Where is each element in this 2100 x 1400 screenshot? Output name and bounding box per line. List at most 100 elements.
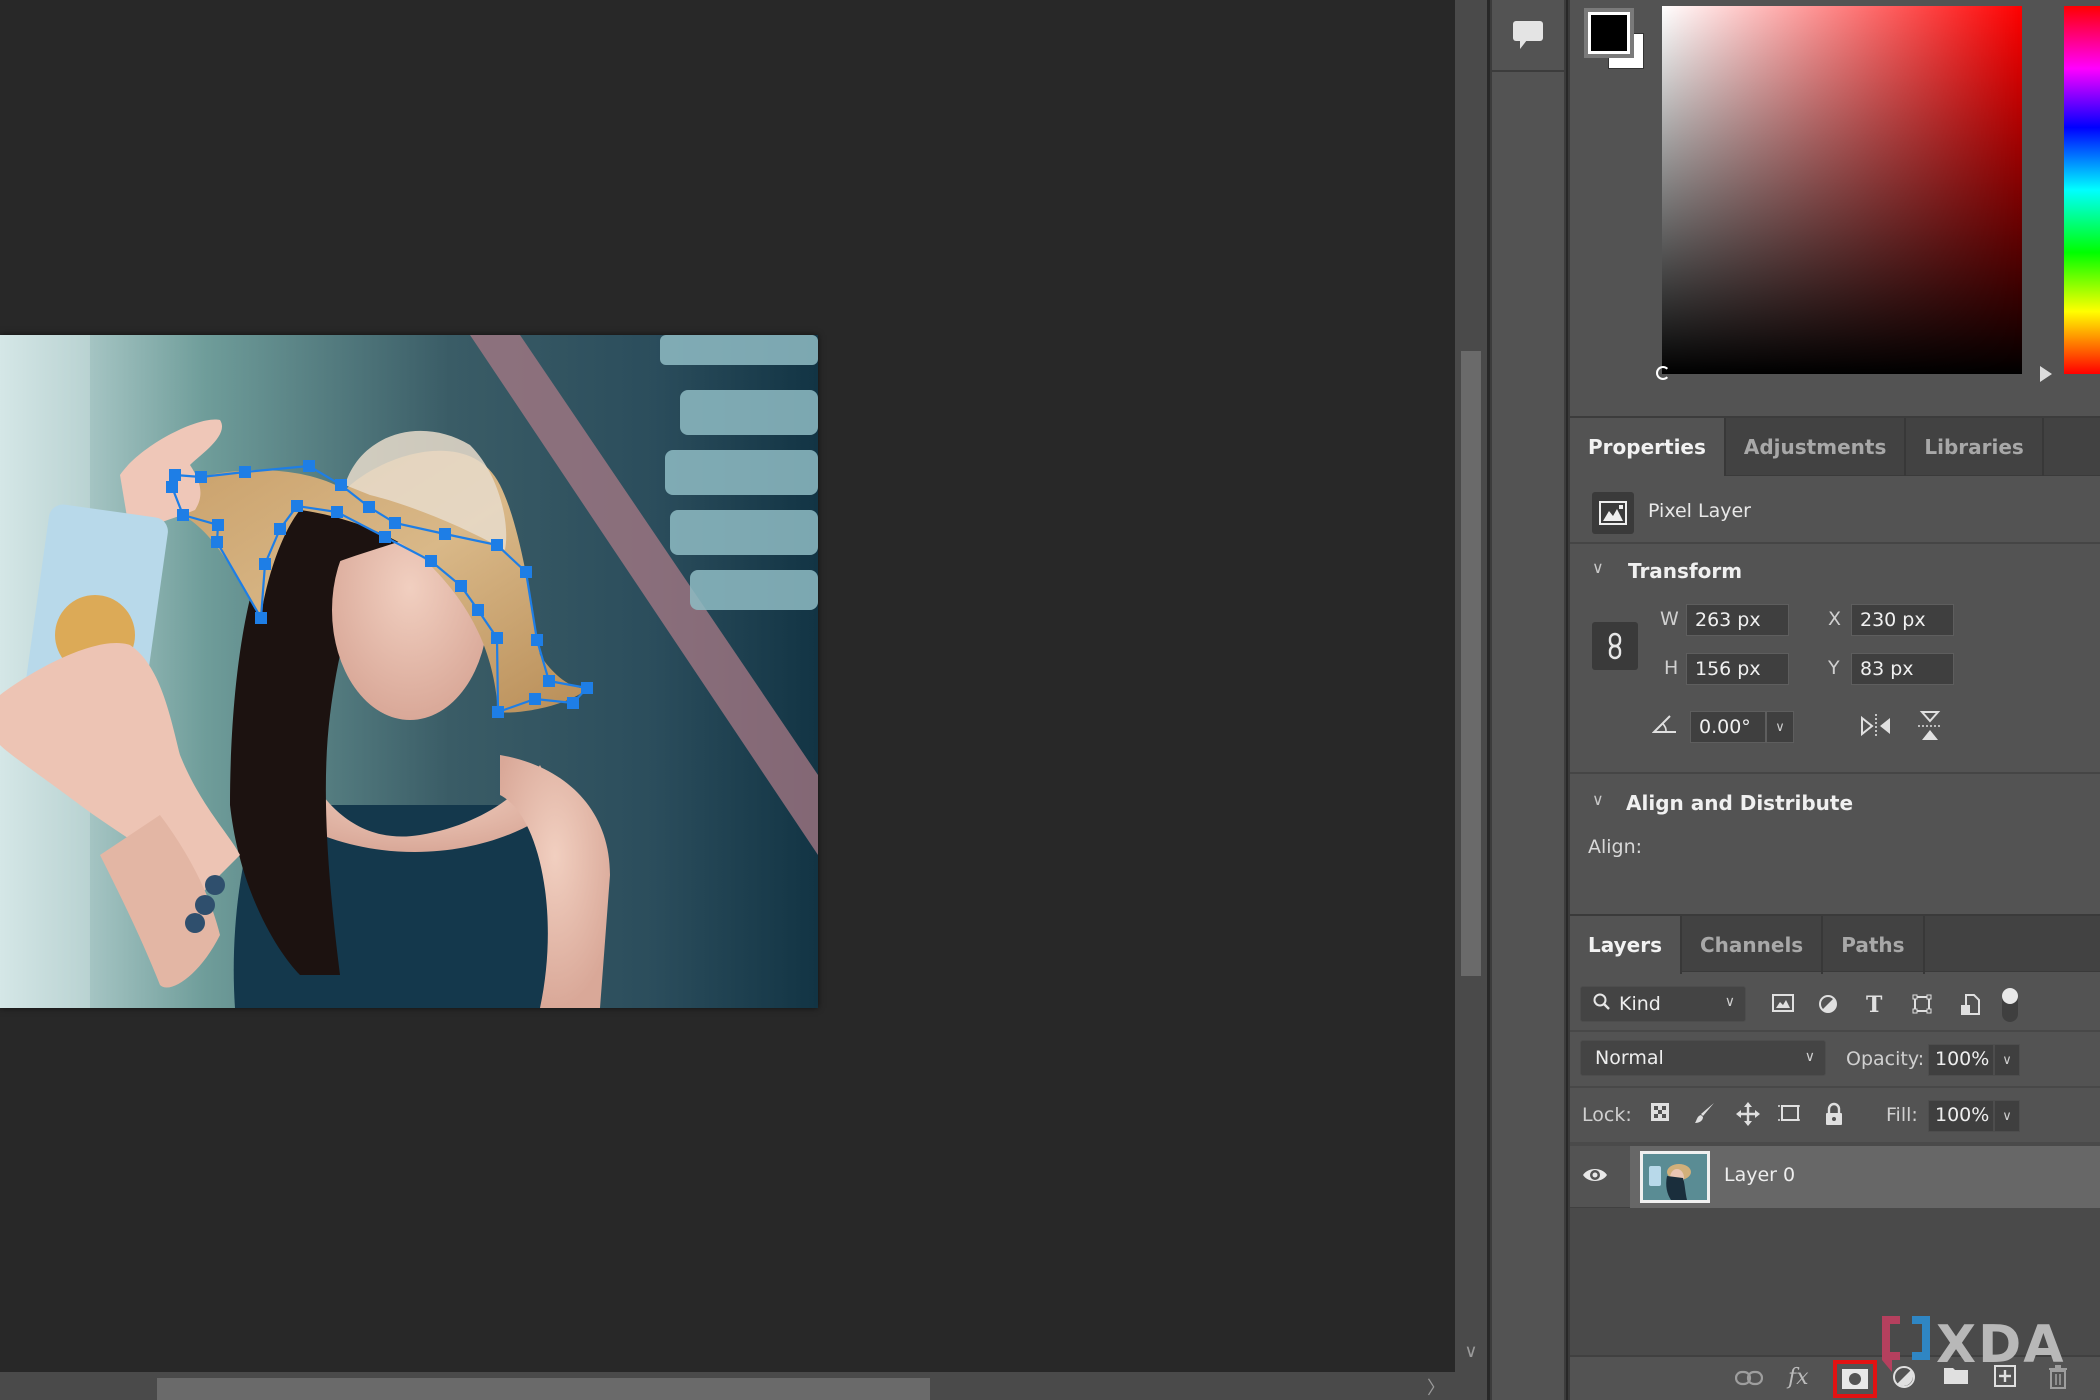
path-anchor-point[interactable] <box>567 697 579 709</box>
lock-all-padlock-icon[interactable] <box>1824 1102 1844 1132</box>
path-anchor-point[interactable] <box>274 523 286 535</box>
path-anchor-point[interactable] <box>520 566 532 578</box>
x-label: X <box>1828 608 1842 630</box>
path-anchor-point[interactable] <box>389 517 401 529</box>
path-anchor-point[interactable] <box>531 634 543 646</box>
vertical-scroll-thumb[interactable] <box>1461 351 1481 976</box>
path-anchor-point[interactable] <box>455 580 467 592</box>
path-anchor-point[interactable] <box>379 531 391 543</box>
tab-properties[interactable]: Properties <box>1570 418 1726 476</box>
divider <box>1570 772 2100 774</box>
photo-layer-image[interactable] <box>0 335 818 1008</box>
path-anchor-point[interactable] <box>195 471 207 483</box>
path-anchor-point[interactable] <box>491 632 503 644</box>
tab-paths[interactable]: Paths <box>1823 916 1925 974</box>
width-field[interactable]: 263 px <box>1686 604 1789 636</box>
saturation-brightness-field[interactable] <box>1656 6 2022 380</box>
path-anchor-point[interactable] <box>259 558 271 570</box>
horizontal-scroll-thumb[interactable] <box>157 1378 930 1400</box>
link-dimensions-button[interactable] <box>1592 622 1638 670</box>
comments-button[interactable] <box>1492 0 1564 72</box>
path-anchor-point[interactable] <box>177 509 189 521</box>
layer-style-fx-icon[interactable]: fx <box>1788 1365 1809 1390</box>
filter-kind-select[interactable]: Kind ∨ <box>1580 986 1746 1022</box>
x-position-field[interactable]: 230 px <box>1851 604 1954 636</box>
horizontal-scrollbar[interactable]: 〉 <box>0 1372 1487 1400</box>
path-anchor-point[interactable] <box>491 539 503 551</box>
align-label: Align: <box>1588 836 1643 858</box>
vertical-scrollbar[interactable]: ∨ <box>1455 0 1487 1372</box>
path-anchor-point[interactable] <box>303 460 315 472</box>
layer-thumbnail <box>1640 1151 1710 1203</box>
path-anchor-point[interactable] <box>492 706 504 718</box>
document-canvas[interactable] <box>0 0 1455 1372</box>
foreground-color-swatch[interactable] <box>1584 8 1634 58</box>
scroll-right-arrow-icon[interactable]: 〉 <box>1427 1374 1445 1400</box>
filter-toggle-switch[interactable] <box>2002 988 2018 1022</box>
fill-field[interactable]: 100% <box>1928 1100 1994 1132</box>
transform-section-header[interactable]: ∨ Transform <box>1570 556 2100 586</box>
path-anchor-point[interactable] <box>581 682 593 694</box>
scroll-down-arrow-icon[interactable]: ∨ <box>1455 1341 1487 1362</box>
path-anchor-point[interactable] <box>335 479 347 491</box>
flip-vertical-icon[interactable] <box>1916 709 1944 747</box>
add-layer-mask-button[interactable] <box>1833 1360 1877 1398</box>
chain-link-icon <box>1608 632 1622 660</box>
path-anchor-point[interactable] <box>169 469 181 481</box>
layer-filter-row: Kind ∨ T <box>1570 972 2100 1032</box>
fill-label: Fill: <box>1886 1104 1918 1126</box>
y-position-field[interactable]: 83 px <box>1851 653 1954 685</box>
path-anchor-point[interactable] <box>472 604 484 616</box>
path-anchor-point[interactable] <box>425 555 437 567</box>
angle-icon <box>1651 712 1678 738</box>
path-anchor-point[interactable] <box>211 536 223 548</box>
path-anchor-point[interactable] <box>331 506 343 518</box>
layer-mask-icon <box>1842 1369 1868 1389</box>
chevron-down-icon[interactable]: ∨ <box>1592 558 1604 577</box>
chevron-down-icon: ∨ <box>1804 1049 1815 1065</box>
lock-position-move-icon[interactable] <box>1736 1102 1760 1132</box>
tab-libraries[interactable]: Libraries <box>1906 418 2044 476</box>
link-layers-icon[interactable] <box>1734 1367 1764 1392</box>
path-anchor-point[interactable] <box>543 675 555 687</box>
rotation-angle-field[interactable]: 0.00° <box>1690 711 1766 743</box>
layer-row[interactable]: Layer 0 <box>1570 1146 2100 1208</box>
path-anchor-point[interactable] <box>291 500 303 512</box>
path-anchor-point[interactable] <box>439 528 451 540</box>
lock-transparent-pixels-icon[interactable] <box>1650 1102 1670 1128</box>
opacity-field[interactable]: 100% <box>1928 1044 1994 1076</box>
properties-tabbar: Properties Adjustments Libraries <box>1570 418 2100 476</box>
filter-pixel-layers-icon[interactable] <box>1772 994 1794 1017</box>
lock-artboard-icon[interactable] <box>1778 1102 1802 1130</box>
flip-horizontal-icon[interactable] <box>1858 712 1894 744</box>
path-anchor-point[interactable] <box>239 466 251 478</box>
opacity-dropdown-chevron-icon[interactable]: ∨ <box>1994 1044 2020 1076</box>
tab-layers[interactable]: Layers <box>1570 916 1682 974</box>
path-anchor-point[interactable] <box>529 693 541 705</box>
path-anchor-point[interactable] <box>255 612 267 624</box>
path-anchor-point[interactable] <box>166 481 178 493</box>
path-anchor-point[interactable] <box>212 519 224 531</box>
blend-mode-select[interactable]: Normal ∨ <box>1580 1040 1826 1076</box>
color-picker-cursor[interactable] <box>1656 366 1670 380</box>
fill-dropdown-chevron-icon[interactable]: ∨ <box>1994 1100 2020 1132</box>
path-anchor-point[interactable] <box>363 501 375 513</box>
filter-type-layers-icon[interactable]: T <box>1866 994 1882 1016</box>
pixel-layer-icon <box>1592 492 1634 534</box>
height-field[interactable]: 156 px <box>1686 653 1789 685</box>
hue-slider-pointer[interactable] <box>2040 366 2052 382</box>
align-section-header[interactable]: ∨ Align and Distribute <box>1570 788 2100 818</box>
chevron-down-icon[interactable]: ∨ <box>1592 790 1604 809</box>
hue-slider[interactable] <box>2064 6 2100 374</box>
lock-image-pixels-brush-icon[interactable] <box>1694 1102 1716 1130</box>
angle-dropdown-chevron-icon[interactable]: ∨ <box>1766 711 1794 743</box>
filter-shape-layers-icon[interactable] <box>1912 994 1932 1019</box>
filter-smart-objects-icon[interactable] <box>1960 994 1980 1021</box>
width-label: W <box>1660 608 1679 630</box>
visibility-eye-icon[interactable] <box>1582 1166 1608 1188</box>
blend-mode-value: Normal <box>1595 1047 1664 1069</box>
filter-adjustment-layers-icon[interactable] <box>1818 994 1838 1019</box>
tab-adjustments[interactable]: Adjustments <box>1726 418 1907 476</box>
tab-channels[interactable]: Channels <box>1682 916 1824 974</box>
layer-name[interactable]: Layer 0 <box>1724 1164 1795 1186</box>
